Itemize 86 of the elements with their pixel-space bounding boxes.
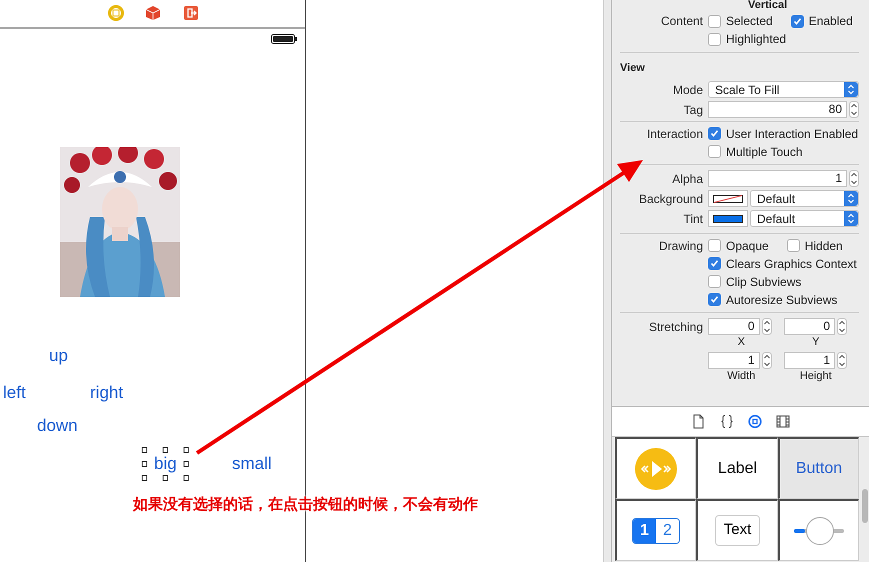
scene-button[interactable]: big — [141, 446, 190, 482]
field-label: Mode — [672, 82, 703, 96]
popup-button[interactable]: Scale To Fill — [708, 81, 859, 98]
section-title: View — [620, 61, 645, 76]
checkbox-label[interactable]: Highlighted — [726, 30, 786, 48]
field-label: Drawing — [658, 238, 703, 252]
battery-icon — [271, 34, 297, 44]
stepper[interactable] — [849, 170, 859, 187]
checkbox-label[interactable]: Opaque — [726, 236, 769, 254]
stepper[interactable] — [837, 318, 847, 335]
color-swatch — [713, 214, 743, 222]
scene-button[interactable]: left — [3, 383, 26, 403]
field-caption: X — [738, 336, 745, 348]
checkbox[interactable] — [708, 14, 721, 28]
checkbox[interactable] — [708, 145, 721, 158]
checkbox[interactable] — [708, 257, 721, 270]
input-field[interactable]: 80 — [708, 101, 847, 118]
library-item[interactable] — [615, 437, 696, 499]
up-down-arrows-icon — [844, 191, 858, 206]
input-field[interactable]: 0 — [708, 318, 760, 335]
library-tab[interactable] — [748, 414, 762, 429]
field-label: Stretching — [648, 320, 703, 334]
field-label: Alpha — [672, 172, 703, 186]
input-field[interactable]: 1 — [784, 352, 835, 369]
checkbox-label[interactable]: Multiple Touch — [726, 142, 802, 160]
checkbox[interactable] — [790, 14, 804, 28]
library-item[interactable]: 1 2 — [615, 499, 696, 561]
field-caption: Height — [800, 370, 832, 382]
scene-button[interactable]: small — [232, 454, 272, 474]
input-field[interactable]: 1 — [708, 352, 760, 369]
up-down-arrows-icon — [844, 211, 858, 226]
checkbox[interactable] — [708, 275, 721, 288]
field-label: Tag — [684, 102, 703, 116]
field-caption: Width — [727, 370, 756, 382]
scene-button[interactable]: down — [37, 416, 78, 436]
cube-icon[interactable] — [145, 5, 161, 21]
library-tab[interactable] — [720, 414, 734, 429]
scrollbar[interactable] — [862, 489, 868, 523]
section-heading: Vertical — [748, 0, 788, 11]
checkbox[interactable] — [708, 32, 721, 46]
segmented-control[interactable]: 1 2 — [632, 518, 680, 544]
slider[interactable] — [794, 516, 844, 544]
field-label: Background — [638, 192, 703, 206]
checkbox-label[interactable]: Clip Subviews — [726, 272, 802, 290]
checkbox[interactable] — [786, 239, 800, 252]
color-well[interactable] — [708, 190, 748, 207]
library-tab[interactable] — [692, 414, 706, 429]
text-field[interactable]: Text — [714, 515, 760, 546]
field-label: Interaction — [646, 126, 703, 140]
library-item[interactable]: Text — [696, 499, 778, 561]
checkbox-label[interactable]: Autoresize Subviews — [726, 290, 838, 308]
segment[interactable]: 1 — [633, 518, 656, 542]
checkbox-label[interactable]: Clears Graphics Context — [726, 254, 857, 272]
film-icon — [776, 414, 790, 429]
library-item[interactable]: Label — [696, 437, 778, 499]
document-icon — [692, 414, 706, 429]
checkbox[interactable] — [708, 239, 721, 252]
popup-button[interactable]: Default — [750, 210, 859, 227]
checkbox[interactable] — [708, 127, 721, 140]
popup-button[interactable]: Default — [750, 190, 859, 207]
checkbox-label[interactable]: Selected — [726, 12, 773, 30]
checkbox[interactable] — [708, 293, 721, 306]
field-label: Tint — [683, 212, 703, 226]
stepper[interactable] — [837, 352, 847, 369]
library-item[interactable] — [778, 499, 859, 561]
checkbox-label[interactable]: Enabled — [808, 12, 853, 30]
target-icon — [748, 414, 762, 429]
library-item[interactable]: Button — [778, 437, 859, 499]
scene-button[interactable]: up — [49, 346, 68, 366]
up-down-arrows-icon — [844, 82, 858, 97]
color-well[interactable] — [708, 210, 748, 227]
scene-button[interactable]: right — [90, 383, 124, 403]
checkbox-label[interactable]: User Interaction Enabled — [726, 124, 858, 142]
input-field[interactable]: 1 — [708, 170, 847, 187]
input-field[interactable]: 0 — [784, 318, 835, 335]
stepper[interactable] — [849, 101, 859, 118]
stepper[interactable] — [762, 318, 772, 335]
braces-icon — [720, 414, 734, 429]
exit-icon[interactable] — [183, 5, 199, 21]
library-tab[interactable] — [776, 414, 790, 429]
field-caption: Y — [812, 336, 820, 348]
media-player-icon — [634, 446, 678, 490]
field-label: Content — [660, 14, 703, 28]
stepper[interactable] — [762, 352, 772, 369]
color-swatch — [713, 194, 743, 202]
checkbox-label[interactable]: Hidden — [804, 236, 843, 254]
